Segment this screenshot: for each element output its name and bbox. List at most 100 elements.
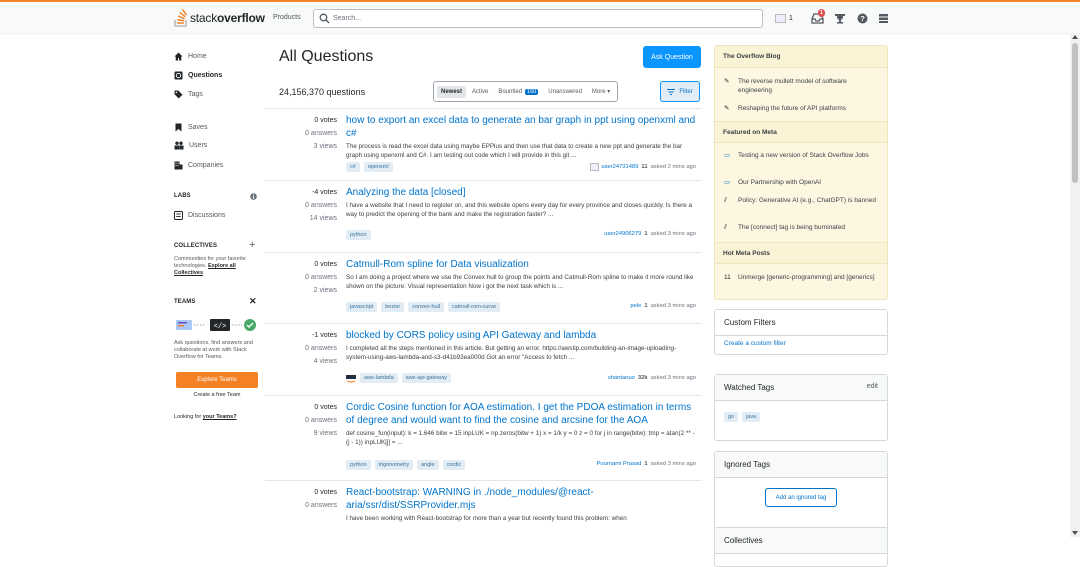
tag[interactable]: c# [346,162,360,172]
user-link[interactable]: pele [630,303,641,309]
info-icon[interactable] [250,193,257,200]
question-excerpt: def cosine_fun(input): k = 1.646 bitw = … [346,430,695,446]
sidebar-item-tags[interactable]: Tags [174,88,203,100]
tab-label: Bountied [498,88,523,95]
sidebar-item-discussions[interactable]: Discussions [174,209,225,221]
inbox-button[interactable]: 1 [811,9,825,25]
question-title-link[interactable]: Cordic Cosine function for AOA estimatio… [346,401,696,427]
looking-for-teams: Looking for your Teams? [174,414,262,421]
scrollbar-thumb[interactable] [1072,43,1078,183]
custom-filters-widget: Custom Filters Create a custom filter [714,309,888,355]
question-title-link[interactable]: Catmull-Rom spline for Data visualizatio… [346,258,696,271]
sidebar-item-companies[interactable]: Companies [174,159,223,171]
tag[interactable]: cordic [442,460,466,470]
meta-item[interactable]: ▭ Our Partnership with OpenAI [724,178,879,187]
tag[interactable]: python [346,230,371,240]
sidebar-item-questions[interactable]: Questions [174,69,222,81]
question-time[interactable]: asked 3 mins ago [651,375,696,381]
user-link[interactable]: shantanuo [608,375,635,381]
hot-meta-item[interactable]: 11 Unmerge [generic-programming] and [gen… [724,273,879,282]
explore-teams-button[interactable]: Explore Teams [176,372,258,388]
tag[interactable]: trigonometry [374,460,414,470]
question-time[interactable]: asked 2 mins ago [651,164,696,170]
search-box[interactable] [313,9,763,28]
scroll-down-arrow[interactable] [1072,531,1078,535]
question-time[interactable]: asked 3 mins ago [651,303,696,309]
create-filter-link[interactable]: Create a custom filter [715,336,887,355]
tab-bountied[interactable]: Bountied 160 [494,86,542,98]
filter-label: Filter [679,88,693,95]
watched-tags-widget: Watched Tags edit go java [714,374,888,441]
tag[interactable]: javascript [346,302,378,312]
products-menu[interactable]: Products [273,14,301,21]
scroll-up-arrow[interactable] [1072,35,1078,39]
sidebar-item-saves[interactable]: Saves [174,121,207,133]
ask-question-button[interactable]: Ask Question [643,46,701,68]
meta-item[interactable]: ⫽ The [connect] tag is being burninated [724,223,879,232]
blog-item[interactable]: ✎ The reverse mullett model of software e… [724,77,879,95]
tab-label: More ▾ [591,89,611,95]
tag[interactable]: java [742,412,761,422]
hot-meta-heading: Hot Meta Posts [715,242,887,264]
user-link[interactable]: user24731489 [601,164,638,170]
help-button[interactable]: ? [857,11,868,25]
tab-label: Newest [441,88,463,95]
question-meta: user24906279 1 asked 3 mins ago [604,231,696,237]
blog-item[interactable]: ✎ Reshaping the future of API platforms [724,104,879,113]
labs-heading: LABS [174,193,191,199]
meta-item[interactable]: ⫽ Policy: Generative AI (e.g., ChatGPT) i… [724,196,879,205]
tab-active[interactable]: Active [468,86,492,98]
tag[interactable]: catmull-rom-curve [448,302,501,312]
tab-unanswered[interactable]: Unanswered [544,86,586,98]
stackoverflow-logo[interactable]: stackoverflow [174,9,265,27]
user-profile[interactable]: 1 [775,11,793,25]
question-time[interactable]: asked 3 mins ago [651,231,696,237]
stack-exchange-icon [879,13,888,23]
tag[interactable]: bezier [381,302,405,312]
chat-icon: ▭ [724,152,731,159]
sidebar-item-home[interactable]: Home [174,50,207,62]
add-ignored-tag-button[interactable]: Add an ignored tag [765,488,837,507]
meta-item-text: Testing a new version of Stack Overflow … [738,152,869,159]
sidebar-item-label: Saves [188,123,208,131]
tag[interactable]: openxml [363,162,393,172]
question-time[interactable]: asked 3 mins ago [651,461,696,467]
tab-more[interactable]: More ▾ [588,85,614,98]
achievements-button[interactable] [834,11,846,25]
tag[interactable]: aws-lambda [360,373,398,383]
tag[interactable]: python [346,460,371,470]
tag[interactable]: aws-api-gateway [401,373,451,383]
search-input[interactable] [333,13,753,24]
site-switcher-button[interactable] [878,11,889,25]
tag-list: c# openxml [346,162,397,172]
plus-icon[interactable]: + [249,239,255,251]
question-title-link[interactable]: blocked by CORS policy using API Gateway… [346,329,696,342]
view-count: 3 views [313,143,337,150]
create-team-link[interactable]: Create a free Team [174,392,260,399]
tag[interactable]: convex-hull [408,302,445,312]
vertical-scrollbar[interactable] [1070,33,1080,537]
tag[interactable]: angle [417,460,439,470]
user-link[interactable]: Pournami Prasad [597,461,642,467]
aws-icon [346,375,356,383]
tab-newest[interactable]: Newest [437,85,467,98]
meta-item[interactable]: ▭ Testing a new version of Stack Overflow… [724,151,879,160]
avatar[interactable] [590,163,600,171]
watched-tags-heading: Watched Tags edit [715,375,887,401]
question-title-link[interactable]: how to export an excel data to generate … [346,114,696,140]
inbox-badge: 1 [818,9,825,17]
vote-count: 0 votes [314,261,337,268]
question-title-link[interactable]: Analyzing the data [closed] [346,186,696,199]
filter-button[interactable]: Filter [660,81,700,102]
edit-watched-tags-link[interactable]: edit [867,383,878,392]
question-meta: user24731489 11 asked 2 mins ago [590,163,696,171]
user-reputation: 1 [644,231,648,237]
sidebar-item-users[interactable]: Users [174,139,207,151]
meta-item-text: Our Partnership with OpenAI [738,179,822,186]
tag[interactable]: go [724,412,739,422]
user-link[interactable]: user24906279 [604,231,641,237]
your-teams-link[interactable]: your Teams? [203,414,237,420]
globe-icon [174,71,183,79]
close-icon[interactable]: ✕ [249,296,257,307]
question-title-link[interactable]: React-bootstrap: WARNING in ./node_modul… [346,486,696,512]
